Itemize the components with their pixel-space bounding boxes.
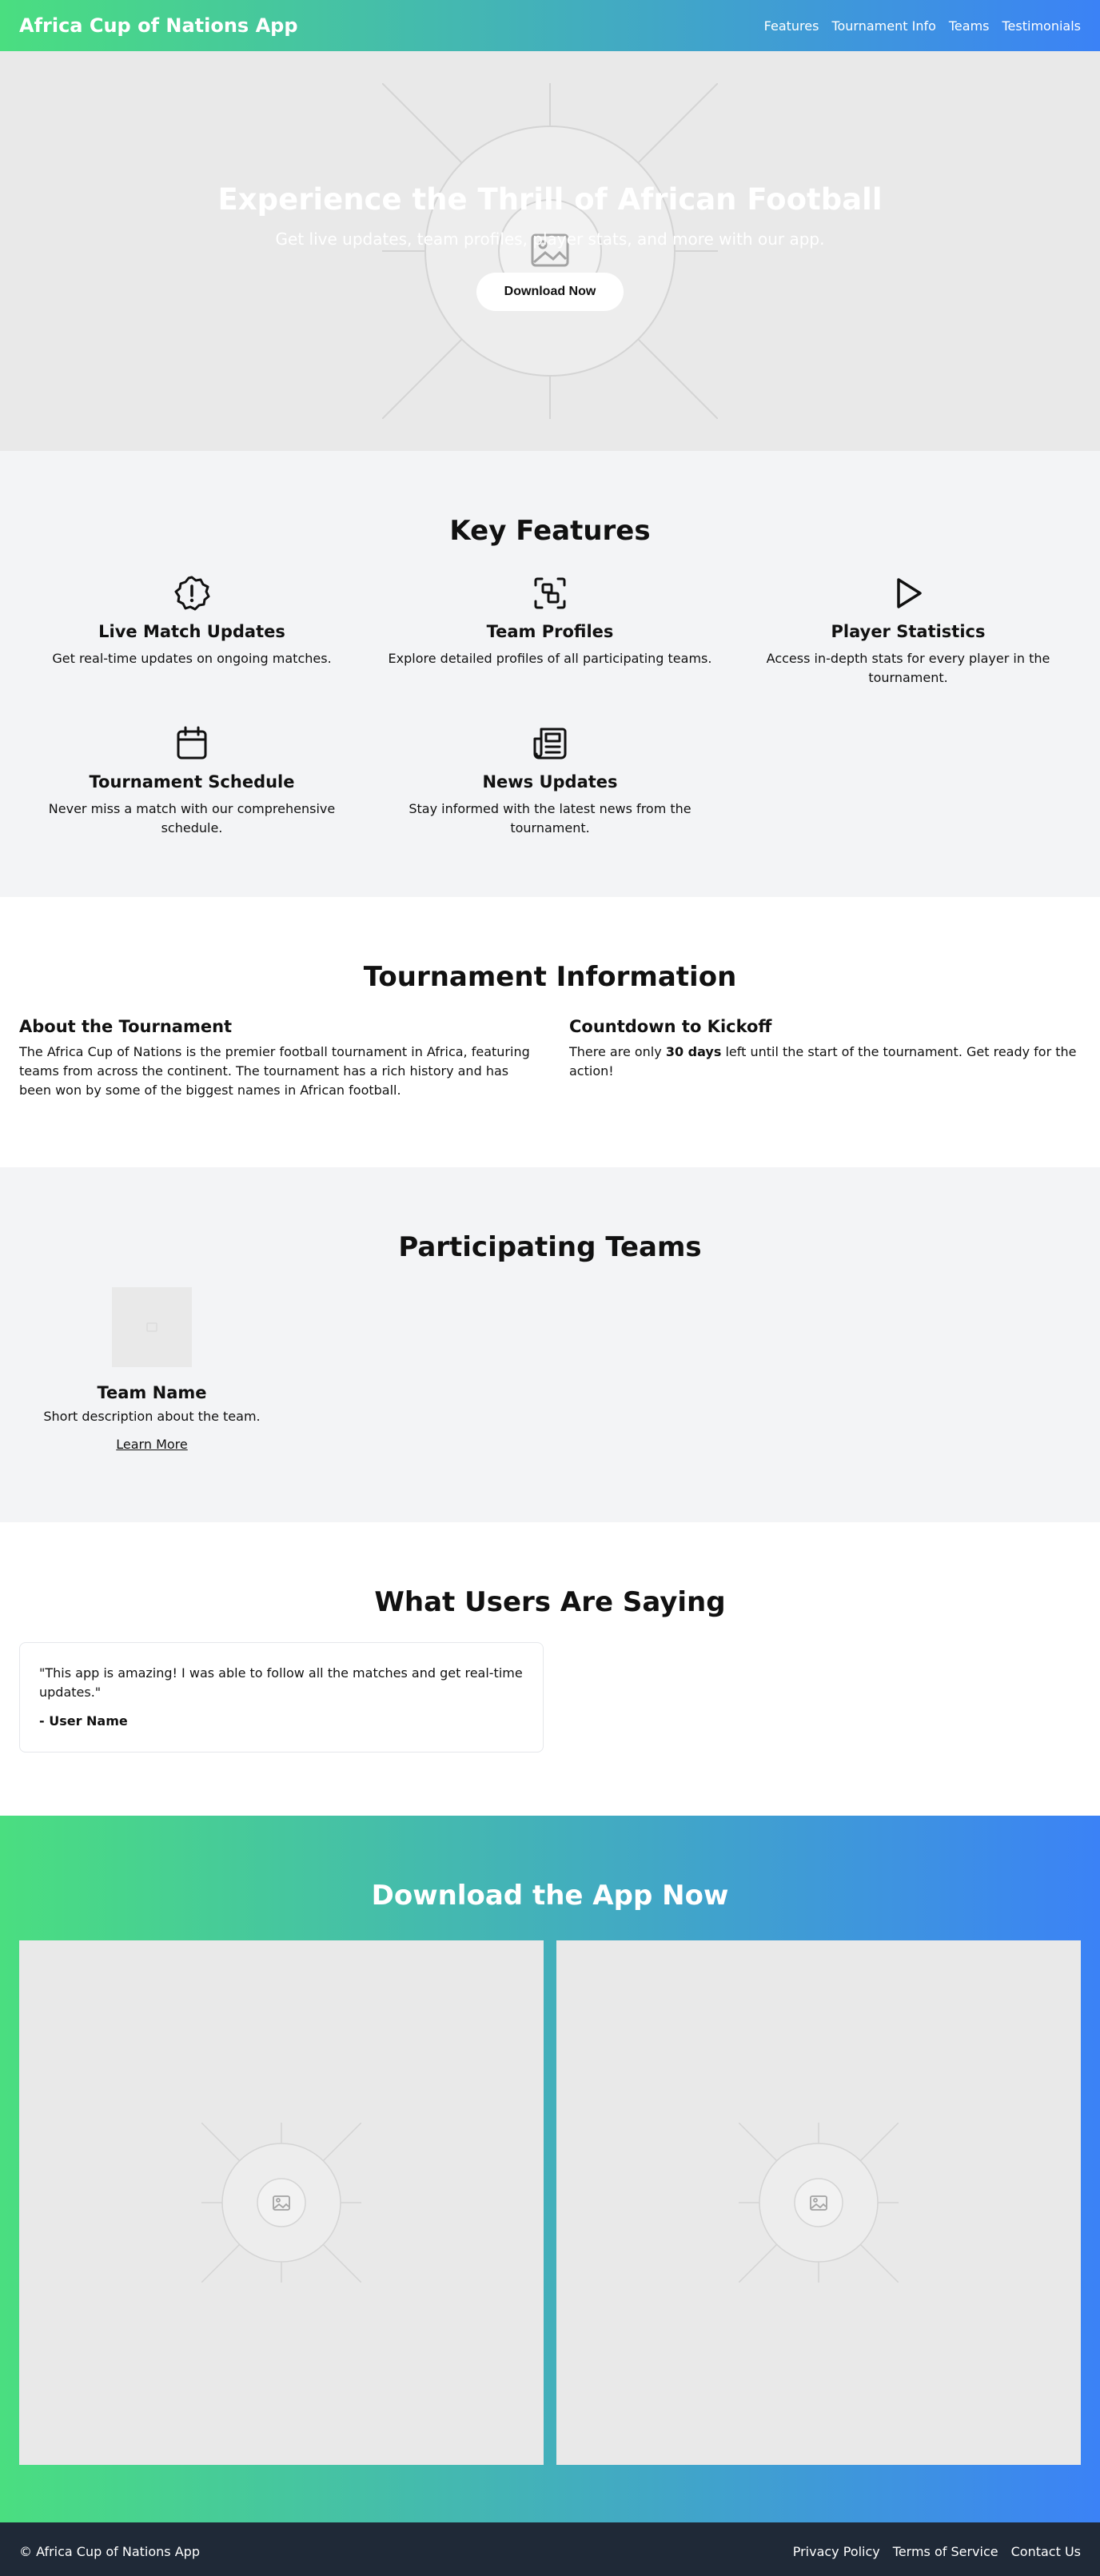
teams-title: Participating Teams: [398, 1231, 702, 1263]
feature-title: News Updates: [482, 772, 618, 792]
features-grid: Live Match Updates Get real-time updates…: [0, 574, 1100, 838]
nav-link-features[interactable]: Features: [764, 18, 819, 34]
hero-section: Experience the Thrill of African Footbal…: [0, 51, 1100, 451]
team-description: Short description about the team.: [43, 1409, 261, 1424]
footer-links: Privacy Policy Terms of Service Contact …: [793, 2544, 1081, 2559]
testimonial-author: - User Name: [39, 1713, 128, 1729]
feature-description: Get real-time updates on ongoing matches…: [52, 651, 332, 666]
tournament-info-section: Tournament Information About the Tournam…: [0, 897, 1100, 1167]
download-now-button[interactable]: Download Now: [476, 273, 624, 311]
app-screenshot-placeholder: [556, 1940, 1081, 2465]
feature-card: Team Profiles Explore detailed profiles …: [377, 574, 723, 688]
feature-description: Stay informed with the latest news from …: [409, 801, 691, 835]
testimonials-grid: "This app is amazing! I was able to foll…: [0, 1642, 1100, 1753]
about-text: The Africa Cup of Nations is the premier…: [19, 1044, 530, 1098]
feature-title: Tournament Schedule: [89, 772, 295, 792]
features-title: Key Features: [449, 515, 651, 547]
team-name: Team Name: [97, 1383, 207, 1402]
hero-subtitle: Get live updates, team profiles, player …: [275, 229, 825, 249]
image-placeholder-icon: [201, 2123, 361, 2283]
privacy-policy-link[interactable]: Privacy Policy: [793, 2544, 880, 2559]
about-title: About the Tournament: [19, 1017, 233, 1036]
alert-badge-icon: [174, 576, 210, 611]
image-placeholder-icon: [739, 2123, 899, 2283]
feature-card: Tournament Schedule Never miss a match w…: [19, 724, 365, 838]
countdown: Countdown to Kickoff There are only 30 d…: [569, 1017, 1081, 1100]
main-nav: Features Tournament Info Teams Testimoni…: [764, 18, 1081, 34]
feature-title: Live Match Updates: [98, 622, 285, 641]
shapes-icon: [534, 577, 566, 609]
feature-card: Live Match Updates Get real-time updates…: [19, 574, 365, 688]
countdown-text: There are only 30 days left until the st…: [569, 1043, 1081, 1081]
tournament-info-title: Tournament Information: [363, 961, 737, 993]
feature-title: Team Profiles: [486, 622, 614, 641]
newspaper-icon: [533, 728, 567, 760]
download-title: Download the App Now: [371, 1880, 729, 1912]
app-screenshot-placeholder: [19, 1940, 544, 2465]
features-section: Key Features Live Match Updates Get real…: [0, 451, 1100, 897]
countdown-title: Countdown to Kickoff: [569, 1017, 772, 1036]
play-icon: [897, 578, 922, 608]
contact-us-link[interactable]: Contact Us: [1011, 2544, 1081, 2559]
download-section: Download the App Now: [0, 1816, 1100, 2522]
countdown-prefix: There are only: [569, 1044, 666, 1059]
testimonials-title: What Users Are Saying: [374, 1586, 726, 1618]
brand-title[interactable]: Africa Cup of Nations App: [19, 14, 298, 37]
nav-link-tournament-info[interactable]: Tournament Info: [831, 18, 935, 34]
testimonials-section: What Users Are Saying "This app is amazi…: [0, 1522, 1100, 1816]
learn-more-link[interactable]: Learn More: [116, 1437, 187, 1452]
hero-content: Experience the Thrill of African Footbal…: [0, 51, 1100, 451]
tournament-info-columns: About the Tournament The Africa Cup of N…: [0, 1017, 1100, 1100]
team-card: Team Name Short description about the te…: [19, 1287, 285, 1452]
feature-description: Never miss a match with our comprehensiv…: [48, 801, 336, 835]
feature-card: Player Statistics Access in-depth stats …: [735, 574, 1081, 688]
feature-description: Access in-depth stats for every player i…: [766, 651, 1050, 685]
calendar-icon: [177, 726, 207, 760]
teams-section: Participating Teams Team Name Short desc…: [0, 1167, 1100, 1522]
countdown-days: 30 days: [665, 1044, 722, 1059]
about-tournament: About the Tournament The Africa Cup of N…: [19, 1017, 531, 1100]
app-screenshots: [0, 1940, 1100, 2465]
feature-card: News Updates Stay informed with the late…: [377, 724, 723, 838]
image-placeholder-icon: [146, 1322, 157, 1332]
site-footer: © Africa Cup of Nations App Privacy Poli…: [0, 2522, 1100, 2576]
site-header: Africa Cup of Nations App Features Tourn…: [0, 0, 1100, 51]
nav-link-testimonials[interactable]: Testimonials: [1002, 18, 1082, 34]
nav-link-teams[interactable]: Teams: [949, 18, 990, 34]
teams-grid: Team Name Short description about the te…: [0, 1287, 1100, 1452]
hero-title: Experience the Thrill of African Footbal…: [217, 182, 883, 217]
feature-description: Explore detailed profiles of all partici…: [388, 651, 712, 666]
testimonial-card: "This app is amazing! I was able to foll…: [19, 1642, 544, 1753]
testimonial-quote: "This app is amazing! I was able to foll…: [39, 1665, 523, 1700]
terms-of-service-link[interactable]: Terms of Service: [893, 2544, 998, 2559]
feature-title: Player Statistics: [831, 622, 986, 641]
team-logo-placeholder: [112, 1287, 192, 1367]
footer-copyright: © Africa Cup of Nations App: [19, 2543, 200, 2559]
